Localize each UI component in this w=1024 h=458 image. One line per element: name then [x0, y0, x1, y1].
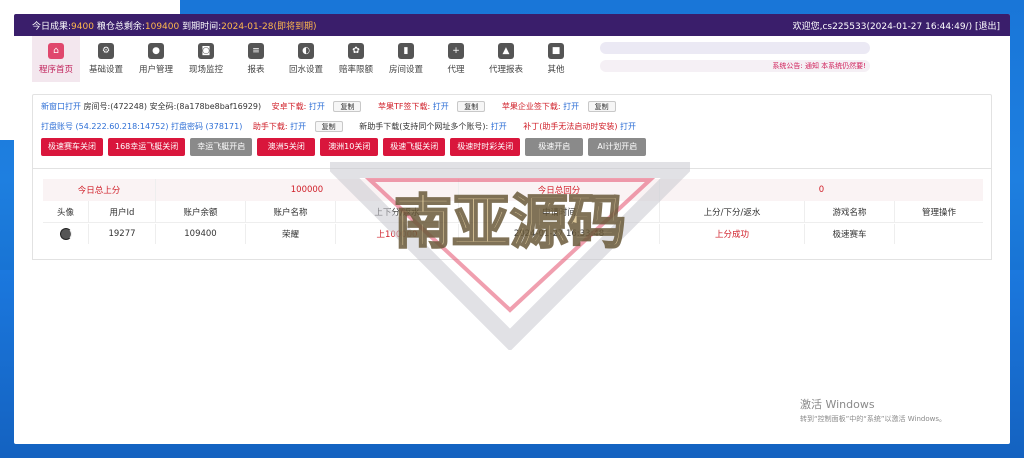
nav-label: 报表	[247, 65, 265, 75]
nav-label: 现场监控	[188, 65, 223, 75]
header-user-id: 用户Id	[89, 201, 156, 222]
box-icon: ■	[548, 43, 564, 59]
nav-label: 赔率限额	[338, 65, 373, 75]
today-label: 今日成果:	[32, 21, 72, 32]
gear-icon: ⚙	[98, 43, 114, 59]
room-icon: ▮	[398, 43, 414, 59]
camera-icon: ◙	[198, 43, 214, 59]
nav-room-settings[interactable]: ▮ 房间设置	[382, 36, 430, 82]
helper-open-link[interactable]: 打开	[290, 122, 306, 131]
avatar	[59, 228, 72, 240]
nav-other[interactable]: ■ 其他	[532, 36, 580, 82]
nav-agent[interactable]: + 代理	[432, 36, 480, 82]
odds-icon: ✿	[348, 43, 364, 59]
user-icon: ●	[148, 43, 164, 59]
new-window-link[interactable]: 新窗口打开	[41, 102, 81, 111]
nav-label: 回水设置	[288, 65, 323, 75]
status-right: 欢迎您,cs225533(2024-01-27 16:44:49/) [退出]	[793, 19, 1000, 32]
room-info: 房间号:(472248) 安全码:(8a178be8baf16929)	[83, 102, 262, 111]
main-nav: ⌂ 程序首页 ⚙ 基础设置 ● 用户管理 ◙ 现场监控 ≡ 报表 ◐ 回水设置 ✿ 赔率限额 …	[14, 36, 1010, 82]
row-actions[interactable]	[895, 224, 983, 244]
home-icon: ⌂	[48, 43, 64, 59]
agent-icon: +	[448, 43, 464, 59]
nav-label: 用户管理	[138, 65, 173, 75]
status-left: 今日成果:9400 粮仓总剩余:109400 到期时间:2024-01-28(即…	[32, 19, 316, 32]
top-search-bar[interactable]	[600, 42, 870, 54]
helper-download-label: 助手下载:	[252, 122, 288, 131]
nav-basic-settings[interactable]: ⚙ 基础设置	[82, 36, 130, 82]
nav-label: 代理报表	[488, 65, 523, 75]
android-download-label: 安卓下载:	[271, 102, 307, 111]
header-actions: 管理操作	[921, 207, 956, 218]
android-open-link[interactable]: 打开	[309, 102, 325, 111]
water-icon: ◐	[298, 43, 314, 59]
welcome-text: 欢迎您,cs225533(2024-01-27 16:44:49/)	[792, 21, 973, 32]
nav-agent-report[interactable]: ▲ 代理报表	[482, 36, 530, 82]
header-avatar: 头像	[43, 201, 89, 222]
report-icon: ≡	[248, 43, 264, 59]
grain-label: 粮仓总剩余:	[96, 21, 145, 32]
windows-activation-notice: 激活 Windows 转到“控制面板”中的“系统”以激活 Windows。	[800, 396, 946, 424]
agent-report-icon: ▲	[498, 43, 514, 59]
row-user-id: 19277	[89, 224, 156, 244]
row-game-name: 极速赛车	[805, 224, 895, 244]
today-up-label: 今日总上分	[43, 179, 156, 201]
nav-home[interactable]: ⌂ 程序首页	[32, 36, 80, 82]
nav-label: 代理	[447, 65, 465, 75]
row-account-name: 荣耀	[246, 224, 336, 244]
nav-user-management[interactable]: ● 用户管理	[132, 36, 180, 82]
activation-title: 激活 Windows	[800, 398, 875, 411]
toggle-button-jisu-saiche[interactable]: 极速赛车关闭	[41, 138, 103, 156]
announcement: 系统公告: 通知 本系统仍然要!	[600, 60, 870, 72]
header-balance: 账户余额	[156, 201, 246, 222]
nav-label: 基础设置	[88, 65, 123, 75]
row-avatar-cell	[43, 224, 89, 244]
nav-right-area: 系统公告: 通知 本系统仍然要!	[600, 42, 870, 72]
nav-live-monitor[interactable]: ◙ 现场监控	[182, 36, 230, 82]
header-account-name: 账户名称	[246, 201, 336, 222]
nav-rebate-settings[interactable]: ◐ 回水设置	[282, 36, 330, 82]
grain-value: 109400	[144, 21, 180, 32]
nav-reports[interactable]: ≡ 报表	[232, 36, 280, 82]
logout-link[interactable]: [退出]	[975, 22, 1000, 32]
top-status-bar: 今日成果:9400 粮仓总剩余:109400 到期时间:2024-01-28(即…	[14, 14, 1010, 36]
today-back-value: 0	[818, 185, 825, 195]
expire-value: 2024-01-28(即将到期)	[221, 21, 317, 32]
nav-odds-limit[interactable]: ✿ 赔率限额	[332, 36, 380, 82]
activation-subtitle: 转到“控制面板”中的“系统”以激活 Windows。	[800, 415, 946, 423]
watermark-text: 南亚源码	[394, 188, 626, 256]
toggle-button-168-feiting[interactable]: 168幸运飞艇关闭	[108, 138, 186, 156]
today-value: 9400	[71, 21, 94, 32]
expire-label: 到期时间:	[182, 21, 222, 32]
toggle-button-aozhou5[interactable]: 澳洲5关闭	[257, 138, 316, 156]
nav-label: 其他	[547, 65, 565, 75]
toggle-button-xingyun-feiting[interactable]: 幸运飞艇开启	[190, 138, 253, 156]
header-game-name: 游戏名称	[805, 201, 895, 222]
row-balance: 109400	[156, 224, 246, 244]
nav-label: 房间设置	[388, 65, 423, 75]
nav-label: 程序首页	[38, 65, 73, 75]
watermark-logo: 南亚源码	[330, 162, 690, 350]
score-account-info: 打盘账号 (54.222.60.218:14752) 打盘密码 (378171)	[41, 122, 243, 131]
